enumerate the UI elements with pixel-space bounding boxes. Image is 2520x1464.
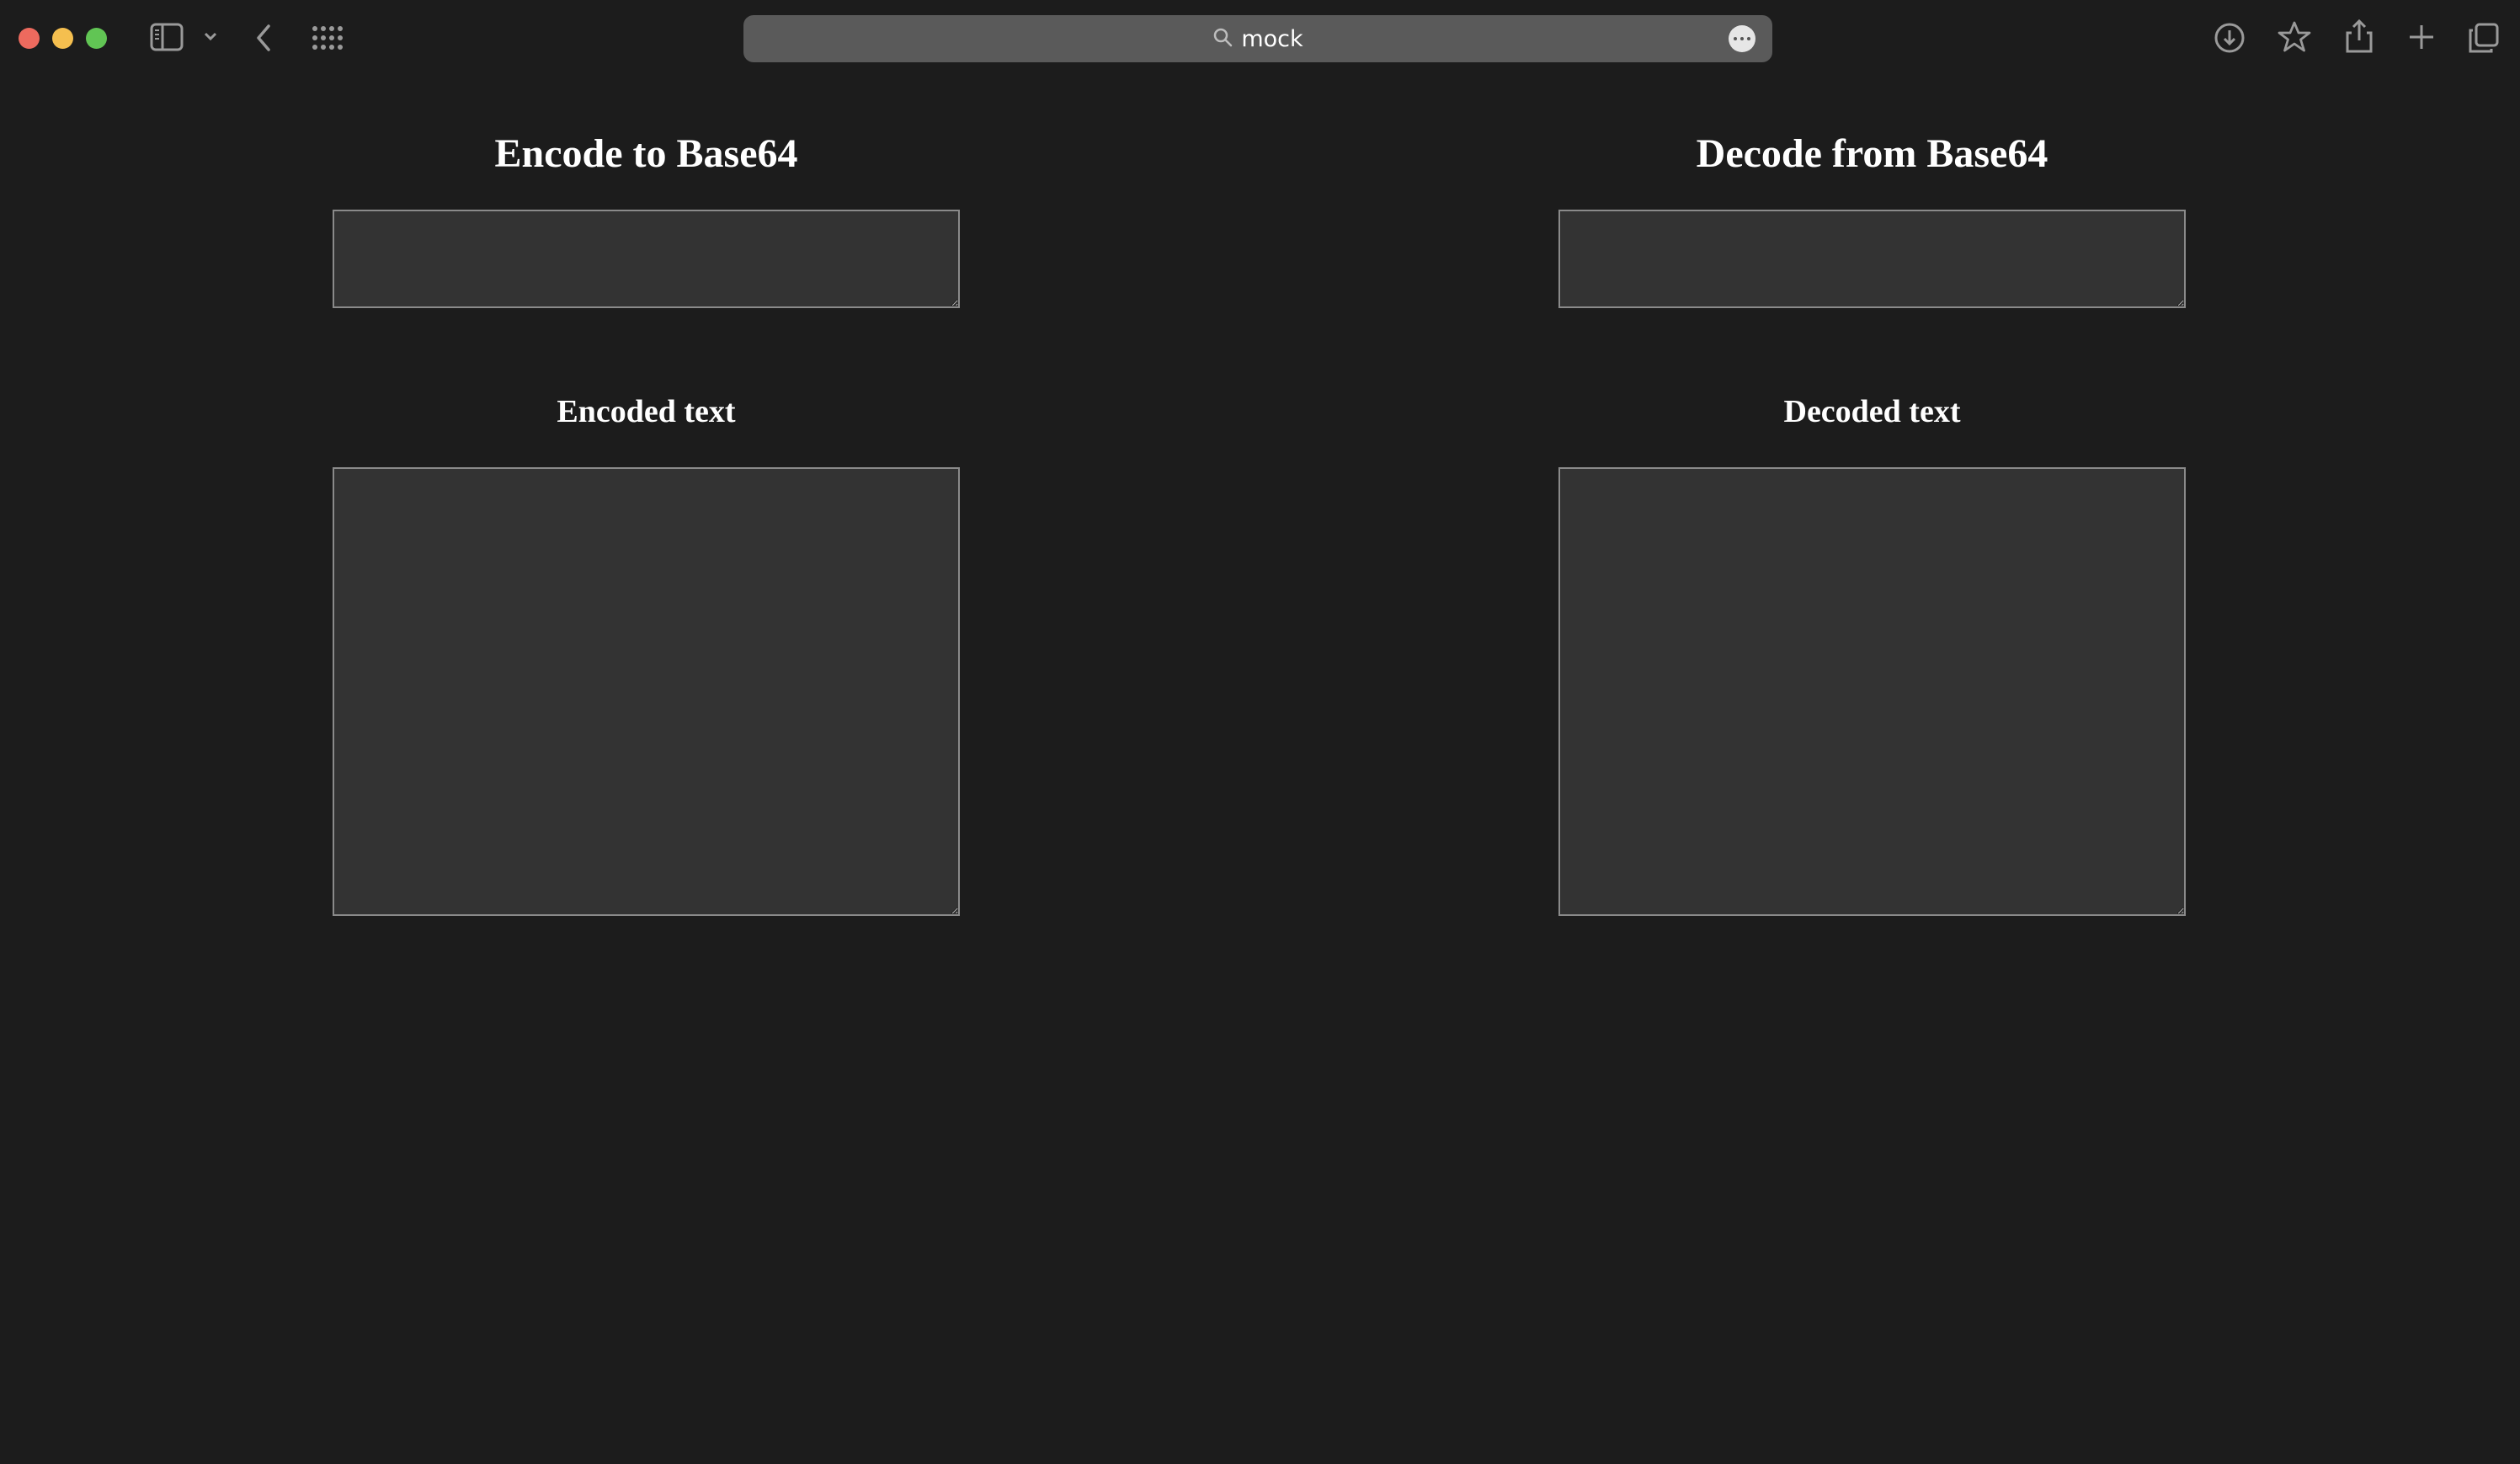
ellipsis-icon[interactable] <box>1729 25 1755 52</box>
download-icon[interactable] <box>2214 22 2246 54</box>
encode-title: Encode to Base64 <box>494 131 798 176</box>
address-text: mock <box>1241 25 1303 52</box>
window-maximize-button[interactable] <box>86 28 107 49</box>
encoded-text-output[interactable] <box>333 467 960 916</box>
chevron-down-icon[interactable] <box>203 30 218 42</box>
decode-title: Decode from Base64 <box>1696 131 2048 176</box>
sidebar-icon[interactable] <box>150 23 184 51</box>
plus-icon[interactable] <box>2407 23 2436 51</box>
address-bar[interactable]: mock <box>743 15 1772 62</box>
window-minimize-button[interactable] <box>52 28 73 49</box>
share-icon[interactable] <box>2345 19 2373 54</box>
decode-input[interactable] <box>1558 210 2186 308</box>
decoded-text-label: Decoded text <box>1783 394 1961 429</box>
encode-input[interactable] <box>333 210 960 308</box>
browser-toolbar: mock <box>0 0 2520 77</box>
tabs-icon[interactable] <box>2468 22 2500 54</box>
decoded-text-output[interactable] <box>1558 467 2186 916</box>
grid-icon[interactable] <box>312 25 345 51</box>
encoded-text-label: Encoded text <box>557 394 736 429</box>
window-close-button[interactable] <box>19 28 40 49</box>
search-icon <box>1212 27 1233 51</box>
chevron-left-icon[interactable] <box>254 23 273 53</box>
star-icon[interactable] <box>2278 20 2311 54</box>
